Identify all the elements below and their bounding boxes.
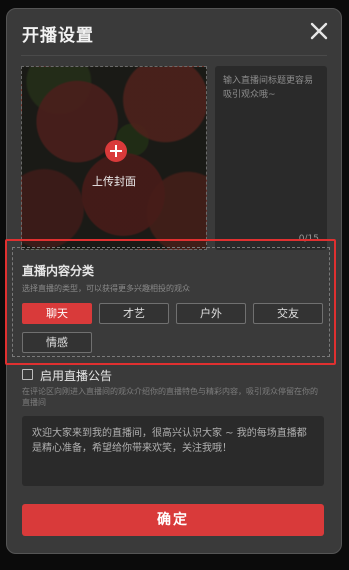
category-chip-emotion[interactable]: 情感 — [22, 332, 92, 353]
announcement-textarea[interactable]: 欢迎大家来到我的直播间，很高兴认识大家 ~ 我的每场直播都是精心准备，希望给你带… — [22, 416, 324, 486]
category-subtitle: 选择直播的类型，可以获得更多兴趣相投的观众 — [22, 284, 190, 293]
dialog-title: 开播设置 — [22, 26, 94, 46]
close-icon[interactable] — [307, 19, 331, 43]
live-title-input[interactable]: 输入直播间标题更容易吸引观众哦~ 0/15 — [215, 66, 327, 250]
title-placeholder: 输入直播间标题更容易吸引观众哦~ — [223, 76, 314, 100]
announcement-label: 启用直播公告 — [40, 369, 113, 383]
dialog-header: 开播设置 — [7, 9, 341, 55]
category-chip-social[interactable]: 交友 — [253, 303, 323, 324]
category-chip-chat[interactable]: 聊天 — [22, 303, 92, 324]
header-divider — [21, 55, 327, 56]
title-char-count: 0/15 — [298, 234, 319, 244]
announcement-description: 在评论区向刚进入直播间的观众介绍你的直播特色与精彩内容，吸引观众停留在你的直播间 — [22, 387, 318, 407]
category-title: 直播内容分类 — [22, 264, 95, 278]
confirm-button[interactable]: 确定 — [22, 504, 324, 536]
category-chip-talent[interactable]: 才艺 — [99, 303, 169, 324]
cover-upload-label: 上传封面 — [92, 175, 136, 188]
cover-upload-area[interactable]: 上传封面 — [21, 66, 207, 250]
category-chip-outdoor[interactable]: 户外 — [176, 303, 246, 324]
announcement-checkbox[interactable] — [22, 369, 33, 380]
plus-circle-icon[interactable] — [105, 140, 127, 162]
